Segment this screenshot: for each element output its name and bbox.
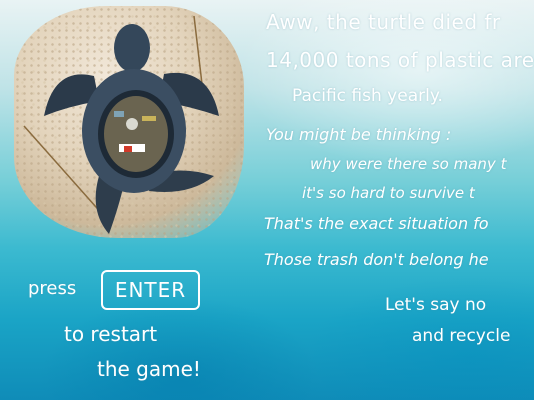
restart-line-1: to restart xyxy=(64,322,158,346)
restart-line-2: the game! xyxy=(97,357,201,381)
message-line-10: and recycle xyxy=(412,326,511,346)
turtle-head xyxy=(114,24,150,72)
trash-piece-cap xyxy=(126,118,138,130)
turtle-photo xyxy=(14,6,244,238)
trash-piece-blue xyxy=(114,111,124,117)
trash-piece-red xyxy=(124,146,132,152)
message-line-5: why were there so many t xyxy=(310,155,507,173)
message-line-7: That's the exact situation fo xyxy=(264,214,489,233)
message-line-1: Aww, the turtle died fr xyxy=(266,10,501,34)
message-line-8: Those trash don't belong he xyxy=(264,250,489,269)
message-line-3: Pacific fish yearly. xyxy=(292,86,443,106)
turtle-with-plastic-icon xyxy=(23,15,219,234)
message-line-2: 14,000 tons of plastic are xyxy=(266,48,534,72)
enter-key-button[interactable]: ENTER xyxy=(101,270,200,310)
plastic-trash xyxy=(104,96,168,172)
message-line-4: You might be thinking : xyxy=(266,125,452,144)
message-line-6: it's so hard to survive t xyxy=(302,184,475,202)
trash-piece-yellow xyxy=(142,116,156,121)
press-label: press xyxy=(28,278,77,299)
message-line-9: Let's say no xyxy=(385,295,487,315)
